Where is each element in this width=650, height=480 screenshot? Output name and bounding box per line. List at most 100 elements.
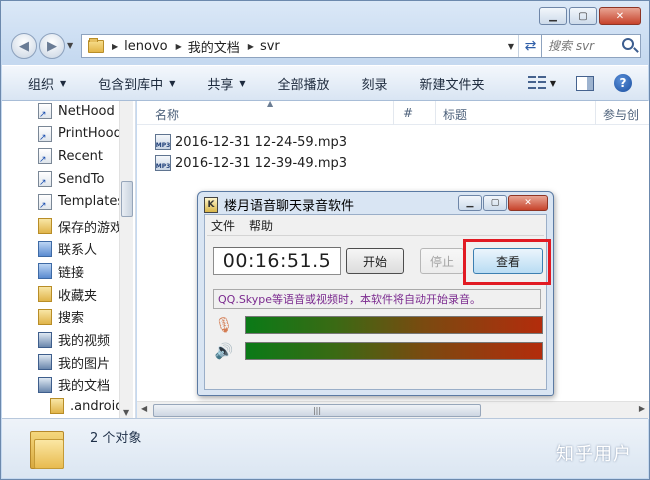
- view-recordings-button[interactable]: 查看: [473, 248, 543, 274]
- sidebar-item-label: Templates: [58, 194, 125, 210]
- refresh-button[interactable]: ⇄: [518, 35, 542, 57]
- horizontal-scroll-thumb[interactable]: |||: [153, 404, 481, 417]
- sidebar-item[interactable]: 我的图片: [38, 353, 110, 372]
- stop-button[interactable]: 停止: [420, 248, 464, 274]
- sidebar-item[interactable]: PrintHood: [38, 125, 122, 143]
- include-in-library-menu[interactable]: 包含到库中 ▼: [98, 74, 175, 93]
- start-button[interactable]: 开始: [346, 248, 404, 274]
- folder-icon: [50, 398, 64, 415]
- scroll-down-icon[interactable]: ▼: [123, 408, 129, 417]
- sidebar-item-label: SendTo: [58, 171, 105, 187]
- sidebar-item[interactable]: 联系人: [38, 239, 97, 258]
- details-pane: 2 个对象 知乎用户: [2, 418, 648, 478]
- sidebar-item[interactable]: SendTo: [38, 171, 105, 188]
- watermark: 知乎用户: [556, 444, 632, 465]
- dropdown-arrow-icon: ▼: [549, 78, 556, 88]
- arrow-right-icon: ▶: [47, 38, 57, 54]
- sidebar-item[interactable]: Templates: [38, 193, 125, 211]
- back-button[interactable]: ◀: [11, 33, 37, 59]
- sidebar-item[interactable]: 收藏夹: [38, 285, 97, 304]
- search-input[interactable]: [548, 39, 622, 53]
- shortcut-icon: [38, 125, 52, 143]
- address-bar[interactable]: ▶ lenovo ▶ 我的文档 ▶ svr ▼ ⇄: [81, 34, 543, 58]
- horizontal-scrollbar[interactable]: ◀ ||| ▶: [137, 401, 649, 419]
- sidebar-item-label: 链接: [58, 265, 85, 281]
- list-item[interactable]: MP3 2016-12-31 12-24-59.mp3: [155, 134, 347, 150]
- recent-pages-dropdown[interactable]: ▼: [67, 41, 73, 50]
- command-bar: 组织 ▼ 包含到库中 ▼ 共享 ▼ 全部播放 刻录 新建文件夹 ▼ ?: [2, 65, 648, 101]
- menu-file[interactable]: 文件: [211, 217, 235, 234]
- sidebar-item[interactable]: 搜索: [38, 307, 84, 326]
- recorder-title: 楼月语音聊天录音软件: [224, 199, 355, 214]
- recorder-caption-buttons: ▁ ▢ ✕: [458, 195, 548, 211]
- maximize-button[interactable]: ▢: [569, 7, 597, 25]
- sidebar-item[interactable]: NetHood: [38, 103, 115, 120]
- recorder-close-button[interactable]: ✕: [508, 195, 548, 211]
- search-box[interactable]: [541, 34, 641, 58]
- close-button[interactable]: ✕: [599, 7, 641, 25]
- breadcrumb-lenovo[interactable]: ▶ lenovo: [112, 39, 168, 54]
- sidebar-item[interactable]: 我的视频: [38, 330, 110, 349]
- sidebar-item[interactable]: .android: [50, 398, 123, 415]
- minimize-button[interactable]: ▁: [539, 7, 567, 25]
- menu-help[interactable]: 帮助: [249, 217, 273, 234]
- scroll-left-icon[interactable]: ◀: [141, 404, 147, 413]
- view-controls: ▼ ?: [527, 74, 632, 92]
- sidebar-item-label: 我的文档: [58, 379, 111, 395]
- column-track-number[interactable]: #: [403, 106, 413, 120]
- forward-button[interactable]: ▶: [39, 33, 65, 59]
- breadcrumb-svr[interactable]: ▶ svr: [248, 39, 280, 54]
- preview-pane-icon[interactable]: [576, 75, 594, 91]
- sidebar-item[interactable]: 我的文档: [38, 375, 110, 394]
- pictures-icon: [38, 354, 52, 371]
- column-title[interactable]: 标题: [443, 106, 467, 123]
- refresh-icon: ⇄: [524, 38, 537, 54]
- recorder-maximize-button[interactable]: ▢: [483, 195, 507, 211]
- scroll-right-icon[interactable]: ▶: [639, 404, 645, 413]
- videos-icon: [38, 331, 52, 348]
- search-icon[interactable]: [622, 38, 634, 50]
- play-all-button[interactable]: 全部播放: [278, 74, 330, 93]
- saved-games-icon: [38, 218, 52, 234]
- views-icon: [527, 76, 546, 90]
- sidebar-item-label: 我的视频: [58, 334, 111, 349]
- sidebar-item-label: Recent: [58, 148, 103, 164]
- folder-icon: [88, 37, 104, 53]
- address-dropdown[interactable]: ▼: [508, 42, 514, 51]
- mp3-file-icon: MP3: [155, 134, 171, 150]
- shortcut-icon: [38, 103, 52, 120]
- documents-icon: [38, 376, 52, 393]
- column-contributing-artists[interactable]: 参与创: [603, 106, 639, 123]
- share-label: 共享: [207, 77, 234, 93]
- share-menu[interactable]: 共享 ▼: [207, 74, 245, 93]
- list-item[interactable]: MP3 2016-12-31 12-39-49.mp3: [155, 155, 347, 171]
- shortcut-icon: [38, 171, 52, 188]
- nav-scroll-thumb[interactable]: [121, 181, 133, 217]
- breadcrumb-label: svr: [259, 38, 280, 54]
- recorder-minimize-button[interactable]: ▁: [458, 195, 482, 211]
- help-icon[interactable]: ?: [614, 74, 632, 92]
- sidebar-item[interactable]: 保存的游戏: [38, 217, 123, 236]
- recorder-titlebar: K 楼月语音聊天录音软件: [204, 195, 354, 214]
- new-folder-button[interactable]: 新建文件夹: [420, 74, 485, 93]
- organize-menu[interactable]: 组织 ▼: [28, 74, 66, 93]
- sidebar-item-label: NetHood: [58, 103, 115, 119]
- speaker-icon: 🔊: [214, 342, 234, 360]
- contacts-icon: [38, 240, 52, 257]
- burn-button[interactable]: 刻录: [362, 74, 388, 93]
- file-name: 2016-12-31 12-39-49.mp3: [175, 155, 348, 171]
- breadcrumb-documents[interactable]: ▶ 我的文档: [176, 37, 240, 56]
- navigation-pane: NetHood PrintHood Recent SendTo Templates 保存的…: [2, 101, 136, 419]
- sort-up-icon: ▲: [267, 99, 274, 108]
- shortcut-icon: [38, 193, 52, 211]
- dropdown-arrow-icon: ▼: [169, 78, 176, 88]
- sidebar-item[interactable]: 链接: [38, 262, 84, 281]
- column-name[interactable]: 名称: [155, 106, 179, 123]
- microphone-level-meter: [244, 316, 543, 334]
- sidebar-item-label: 联系人: [58, 243, 98, 259]
- shortcut-icon: [38, 148, 52, 165]
- sidebar-item[interactable]: Recent: [38, 148, 103, 165]
- column-headers: ▲ 名称 # 标题 参与创: [137, 99, 649, 125]
- nav-scrollbar[interactable]: ▼: [119, 101, 133, 419]
- change-view-button[interactable]: ▼: [527, 76, 556, 90]
